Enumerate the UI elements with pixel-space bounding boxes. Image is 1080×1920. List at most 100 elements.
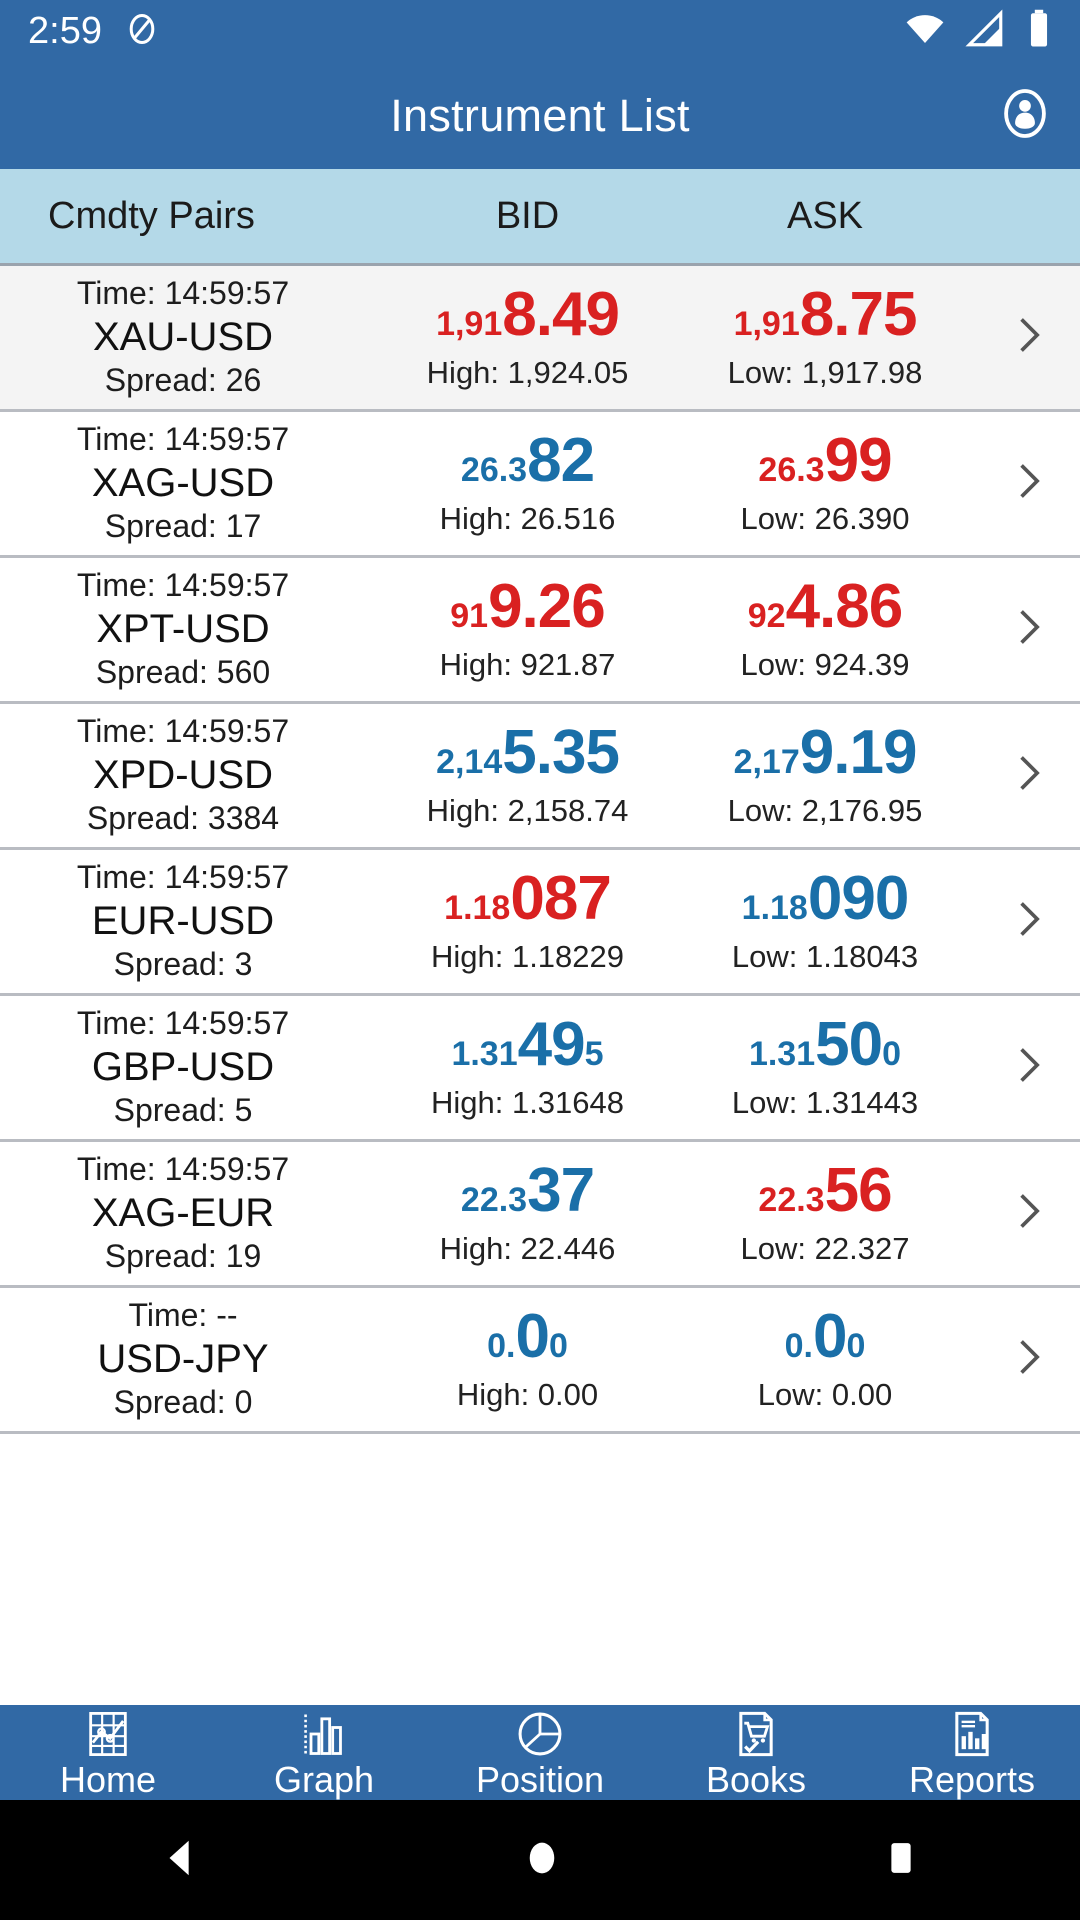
ask-price: 1.31 50 0 xyxy=(675,1014,975,1076)
bid-price: 22.3 37 xyxy=(380,1160,675,1222)
ask-cell[interactable]: 2,17 9.19 Low: 2,176.95 xyxy=(675,722,975,829)
ask-cell[interactable]: 1.31 50 0 Low: 1.31443 xyxy=(675,1014,975,1121)
bid-cell[interactable]: 2,14 5.35 High: 2,158.74 xyxy=(380,722,675,829)
table-row[interactable]: Time: 14:59:57 EUR-USD Spread: 3 1.18 087 Hig… xyxy=(0,850,1080,996)
do-not-disturb-icon xyxy=(124,11,160,52)
bottom-navigation[interactable]: Home Graph Position Books Reports xyxy=(0,1705,1080,1800)
instrument-symbol: EUR-USD xyxy=(91,898,275,943)
instrument-list[interactable]: Time: 14:59:57 XAU-USD Spread: 26 1,91 8.49 H… xyxy=(0,266,1080,1705)
table-row[interactable]: Time: 14:59:57 GBP-USD Spread: 5 1.31 49 5 Hig… xyxy=(0,996,1080,1142)
ask-low: Low: 1,917.98 xyxy=(727,355,923,390)
row-chevron-button[interactable] xyxy=(975,605,1080,654)
back-triangle-icon[interactable] xyxy=(158,1835,204,1886)
ask-cell[interactable]: 1.18 090 Low: 1.18043 xyxy=(675,868,975,975)
row-chevron-button[interactable] xyxy=(975,751,1080,800)
nav-item-reports[interactable]: Reports xyxy=(864,1708,1080,1798)
bid-cell[interactable]: 1,91 8.49 High: 1,924.05 xyxy=(380,284,675,391)
ask-price: 22.3 56 xyxy=(675,1160,975,1222)
price-prefix: 26.3 xyxy=(758,451,825,489)
bid-cell[interactable]: 26.3 82 High: 26.516 xyxy=(380,430,675,537)
bid-high: High: 26.516 xyxy=(439,501,616,536)
bid-high: High: 1.31648 xyxy=(430,1085,625,1120)
price-prefix: 1.18 xyxy=(444,889,511,927)
row-chevron-button[interactable] xyxy=(975,897,1080,946)
table-row[interactable]: Time: 14:59:57 XAG-USD Spread: 17 26.3 82 Hig… xyxy=(0,412,1080,558)
instrument-cell: Time: 14:59:57 XPT-USD Spread: 560 xyxy=(0,567,380,692)
ask-price: 1,91 8.75 xyxy=(675,284,975,346)
price-main: 0 xyxy=(515,1302,549,1371)
account-circle-icon[interactable] xyxy=(998,86,1052,145)
nav-item-graph[interactable]: Graph xyxy=(216,1708,432,1798)
report-document-icon xyxy=(946,1708,998,1760)
instrument-spread: Spread: 17 xyxy=(104,508,262,545)
table-row[interactable]: Time: 14:59:57 XPT-USD Spread: 560 91 9.26 Hi… xyxy=(0,558,1080,704)
row-chevron-button[interactable] xyxy=(975,1335,1080,1384)
bid-cell[interactable]: 1.18 087 High: 1.18229 xyxy=(380,868,675,975)
row-chevron-button[interactable] xyxy=(975,1043,1080,1092)
instrument-cell: Time: 14:59:57 XAG-EUR Spread: 19 xyxy=(0,1151,380,1276)
ask-low: Low: 1.18043 xyxy=(731,939,919,974)
bid-cell[interactable]: 0. 0 0 High: 0.00 xyxy=(380,1306,675,1413)
ask-cell[interactable]: 22.3 56 Low: 22.327 xyxy=(675,1160,975,1267)
instrument-spread: Spread: 560 xyxy=(95,654,271,691)
instrument-symbol: XPD-USD xyxy=(92,752,274,797)
home-grid-chart-icon xyxy=(82,1708,134,1760)
column-header-bid: BID xyxy=(495,194,560,237)
instrument-time: Time: 14:59:57 xyxy=(76,1150,290,1187)
ask-cell[interactable]: 0. 0 0 Low: 0.00 xyxy=(675,1306,975,1413)
bid-high: High: 1.18229 xyxy=(430,939,625,974)
recents-square-icon[interactable] xyxy=(880,1837,922,1884)
home-circle-icon[interactable] xyxy=(519,1835,565,1886)
bid-price: 91 9.26 xyxy=(380,576,675,638)
price-main: 37 xyxy=(527,1156,595,1225)
price-main: 8.49 xyxy=(502,280,620,349)
ask-low: Low: 1.31443 xyxy=(731,1085,919,1120)
chevron-right-icon xyxy=(1006,1335,1050,1384)
instrument-symbol: XAU-USD xyxy=(92,314,274,359)
price-prefix: 1.31 xyxy=(451,1035,518,1073)
bid-price: 1,91 8.49 xyxy=(380,284,675,346)
price-prefix: 2,17 xyxy=(733,743,800,781)
ask-cell[interactable]: 1,91 8.75 Low: 1,917.98 xyxy=(675,284,975,391)
price-prefix: 1,91 xyxy=(733,305,800,343)
price-main: 9.19 xyxy=(799,718,918,787)
price-prefix: 0. xyxy=(487,1327,516,1365)
nav-item-books[interactable]: Books xyxy=(648,1708,864,1798)
price-suffix: 0 xyxy=(846,1327,866,1365)
bid-cell[interactable]: 91 9.26 High: 921.87 xyxy=(380,576,675,683)
table-row[interactable]: Time: 14:59:57 XAU-USD Spread: 26 1,91 8.49 H… xyxy=(0,266,1080,412)
row-chevron-button[interactable] xyxy=(975,459,1080,508)
ask-cell[interactable]: 92 4.86 Low: 924.39 xyxy=(675,576,975,683)
price-prefix: 22.3 xyxy=(758,1181,825,1219)
nav-item-label: Graph xyxy=(273,1758,375,1800)
bid-cell[interactable]: 22.3 37 High: 22.446 xyxy=(380,1160,675,1267)
bid-price: 0. 0 0 xyxy=(380,1306,675,1368)
price-main: 82 xyxy=(527,426,595,495)
table-row[interactable]: Time: 14:59:57 XPD-USD Spread: 3384 2,14 5.3… xyxy=(0,704,1080,850)
battery-icon xyxy=(1024,8,1054,55)
instrument-spread: Spread: 0 xyxy=(113,1384,253,1421)
price-main: 087 xyxy=(510,864,611,933)
instrument-cell: Time: 14:59:57 XAU-USD Spread: 26 xyxy=(0,275,380,400)
price-main: 56 xyxy=(824,1156,893,1225)
instrument-spread: Spread: 5 xyxy=(113,1092,253,1129)
instrument-time: Time: -- xyxy=(128,1296,238,1333)
bid-price: 1.18 087 xyxy=(380,868,675,930)
instrument-time: Time: 14:59:57 xyxy=(76,274,290,311)
instrument-time: Time: 14:59:57 xyxy=(76,858,290,895)
instrument-symbol: XAG-USD xyxy=(91,460,275,505)
ask-price: 0. 0 0 xyxy=(675,1306,975,1368)
table-row[interactable]: Time: 14:59:57 XAG-EUR Spread: 19 22.3 37 Hig… xyxy=(0,1142,1080,1288)
table-row[interactable]: Time: -- USD-JPY Spread: 0 0. 0 0 High: 0.00 0.… xyxy=(0,1288,1080,1434)
nav-item-label: Position xyxy=(475,1758,605,1800)
nav-item-position[interactable]: Position xyxy=(432,1708,648,1798)
bid-cell[interactable]: 1.31 49 5 High: 1.31648 xyxy=(380,1014,675,1121)
price-prefix: 1.31 xyxy=(748,1035,816,1073)
row-chevron-button[interactable] xyxy=(975,1189,1080,1238)
bid-price: 1.31 49 5 xyxy=(380,1014,675,1076)
price-prefix: 26.3 xyxy=(460,451,528,489)
ask-cell[interactable]: 26.3 99 Low: 26.390 xyxy=(675,430,975,537)
android-system-nav xyxy=(0,1800,1080,1920)
nav-item-home[interactable]: Home xyxy=(0,1708,216,1798)
row-chevron-button[interactable] xyxy=(975,313,1080,362)
